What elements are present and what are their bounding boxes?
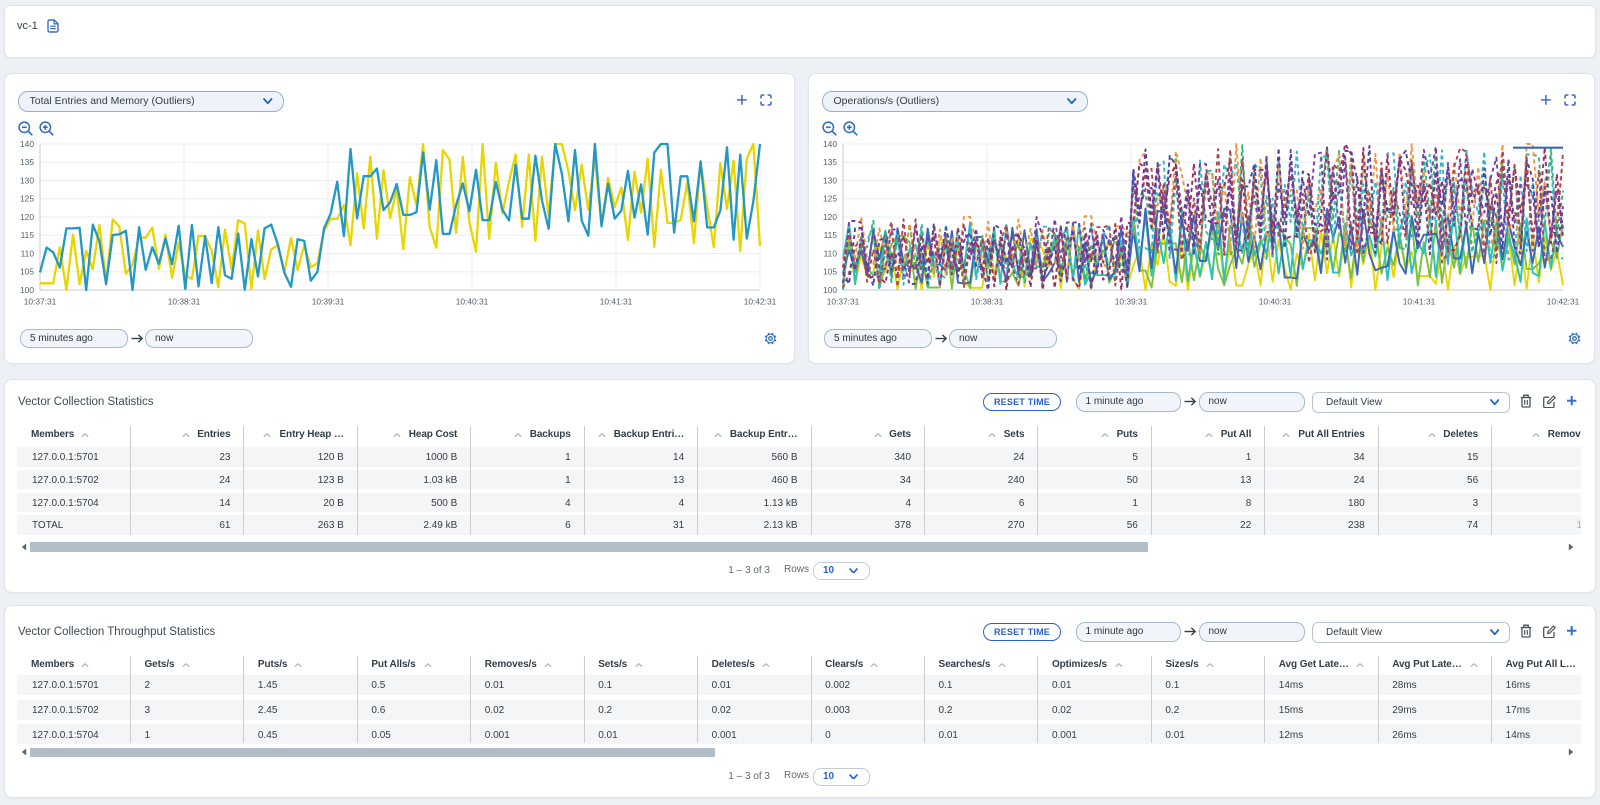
svg-text:10:40:31: 10:40:31 <box>456 297 489 307</box>
svg-text:10:42:31: 10:42:31 <box>1547 297 1580 307</box>
svg-text:130: 130 <box>823 175 837 185</box>
svg-text:135: 135 <box>20 157 34 167</box>
svg-text:125: 125 <box>20 194 34 204</box>
svg-text:10:41:31: 10:41:31 <box>600 297 633 307</box>
svg-text:10:38:31: 10:38:31 <box>971 297 1004 307</box>
svg-text:10:37:31: 10:37:31 <box>24 297 57 307</box>
svg-text:10:39:31: 10:39:31 <box>1115 297 1148 307</box>
svg-text:120: 120 <box>823 212 837 222</box>
svg-text:110: 110 <box>21 248 35 258</box>
svg-text:10:42:31: 10:42:31 <box>744 297 777 307</box>
svg-text:105: 105 <box>20 267 34 277</box>
svg-text:125: 125 <box>823 194 837 204</box>
svg-text:105: 105 <box>823 267 837 277</box>
svg-text:100: 100 <box>20 285 34 295</box>
svg-text:10:39:31: 10:39:31 <box>312 297 345 307</box>
svg-text:110: 110 <box>824 248 838 258</box>
svg-text:140: 140 <box>823 139 837 149</box>
svg-text:115: 115 <box>21 230 35 240</box>
svg-text:135: 135 <box>823 157 837 167</box>
svg-text:130: 130 <box>20 175 34 185</box>
svg-text:120: 120 <box>20 212 34 222</box>
svg-text:100: 100 <box>823 285 837 295</box>
svg-text:10:40:31: 10:40:31 <box>1259 297 1292 307</box>
svg-text:10:37:31: 10:37:31 <box>827 297 860 307</box>
svg-text:115: 115 <box>824 230 838 240</box>
svg-text:140: 140 <box>20 139 34 149</box>
svg-text:10:41:31: 10:41:31 <box>1403 297 1436 307</box>
svg-text:10:38:31: 10:38:31 <box>168 297 201 307</box>
